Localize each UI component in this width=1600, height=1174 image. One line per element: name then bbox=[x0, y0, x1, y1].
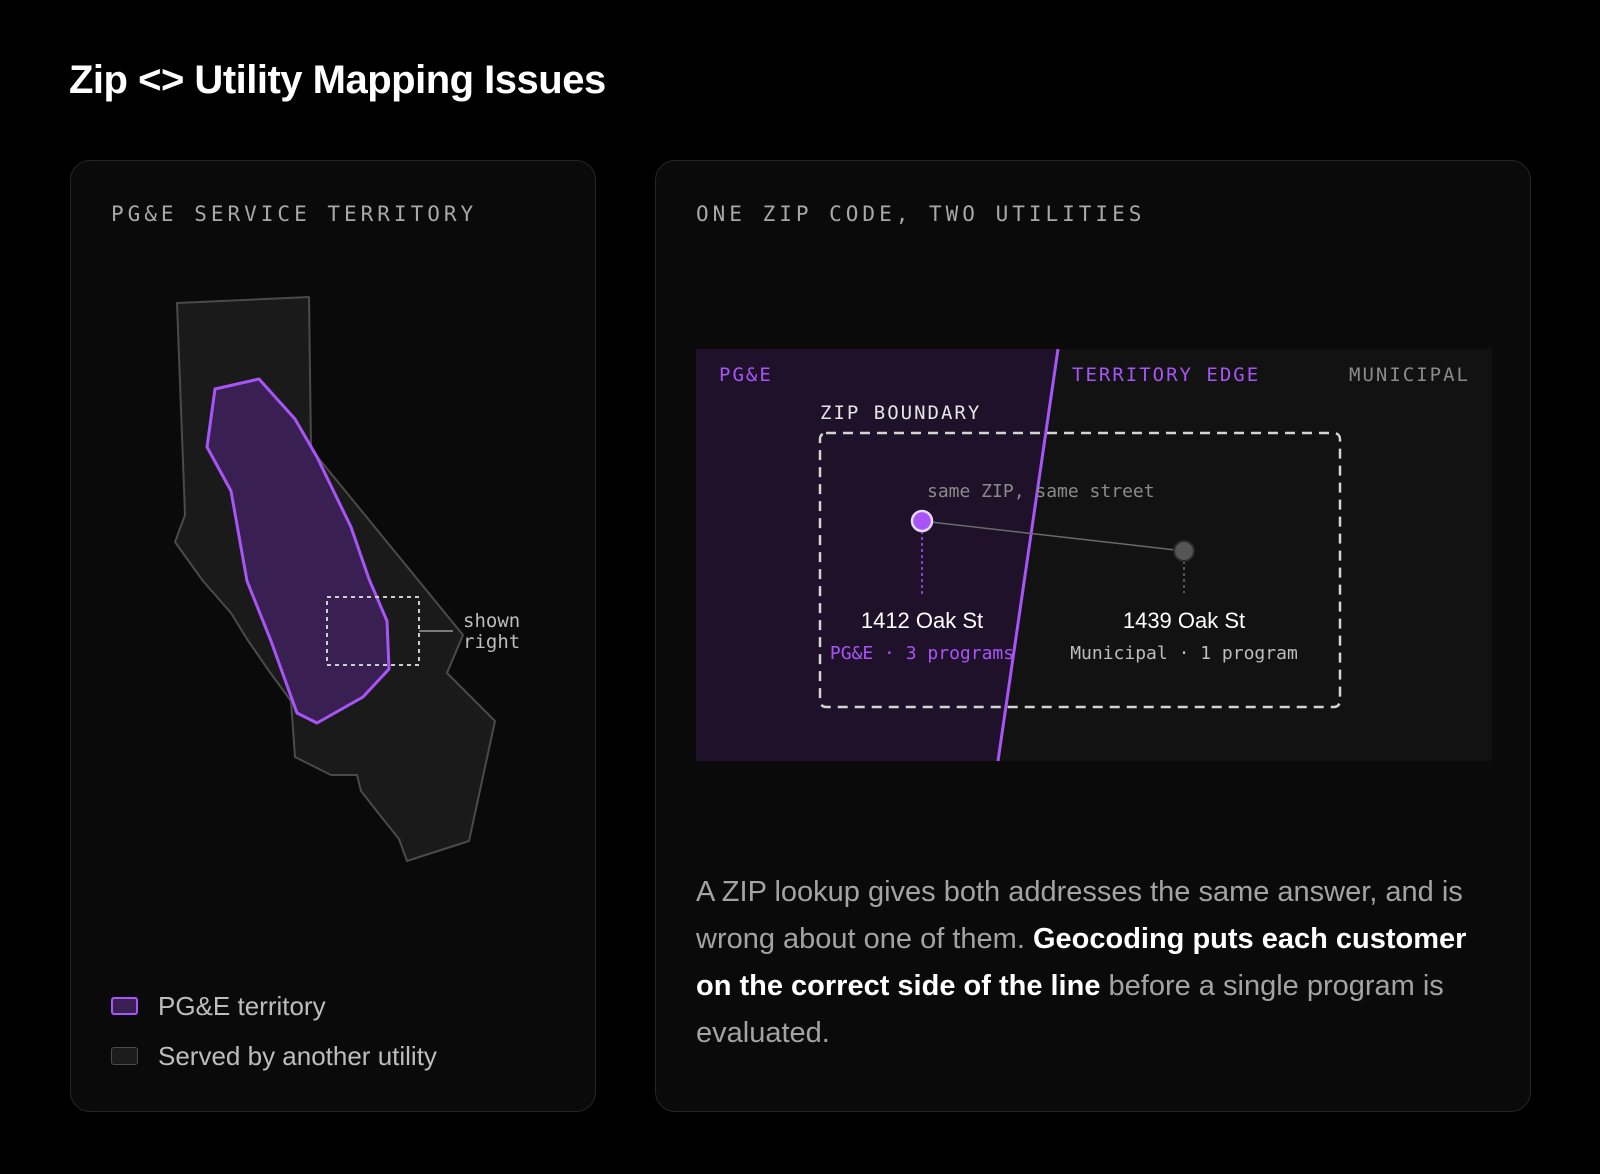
legend-label-pge: PG&E territory bbox=[158, 990, 326, 1021]
address-2-street: 1439 Oak St bbox=[1123, 608, 1245, 633]
map-legend: PG&E territory Served by another utility bbox=[111, 991, 437, 1091]
address-2-detail: Municipal · 1 program bbox=[1070, 643, 1298, 664]
legend-swatch-other bbox=[111, 1047, 138, 1065]
address-2-marker bbox=[1173, 540, 1195, 562]
zone-label-municipal: MUNICIPAL bbox=[1349, 364, 1470, 386]
card-label-zip: ONE ZIP CODE, TWO UTILITIES bbox=[696, 202, 1146, 226]
address-1-marker bbox=[910, 509, 934, 533]
address-1-detail: PG&E · 3 programs bbox=[830, 643, 1014, 664]
legend-swatch-pge bbox=[111, 997, 138, 1015]
california-map: shown right bbox=[174, 296, 520, 862]
page-title: Zip <> Utility Mapping Issues bbox=[69, 58, 606, 102]
callout-label-line2: right bbox=[463, 631, 520, 653]
zip-utilities-card: ONE ZIP CODE, TWO UTILITIES PG&E TERRITO… bbox=[655, 160, 1531, 1112]
zone-label-territory-edge: TERRITORY EDGE bbox=[1072, 364, 1260, 386]
legend-item-other-utility: Served by another utility bbox=[111, 1041, 437, 1071]
zone-label-pge: PG&E bbox=[719, 364, 773, 386]
zip-boundary-diagram: PG&E TERRITORY EDGE MUNICIPAL ZIP BOUNDA… bbox=[696, 349, 1492, 761]
address-1-street: 1412 Oak St bbox=[861, 608, 983, 633]
connector-label: same ZIP, same street bbox=[927, 481, 1155, 502]
explanation-text: A ZIP lookup gives both addresses the sa… bbox=[696, 869, 1486, 1057]
legend-item-pge: PG&E territory bbox=[111, 991, 437, 1021]
zip-boundary-label: ZIP BOUNDARY bbox=[820, 402, 981, 424]
callout-label-line1: shown bbox=[463, 610, 520, 632]
pge-territory-card: PG&E SERVICE TERRITORY shown right PG&E … bbox=[70, 160, 596, 1112]
legend-label-other: Served by another utility bbox=[158, 1040, 437, 1071]
